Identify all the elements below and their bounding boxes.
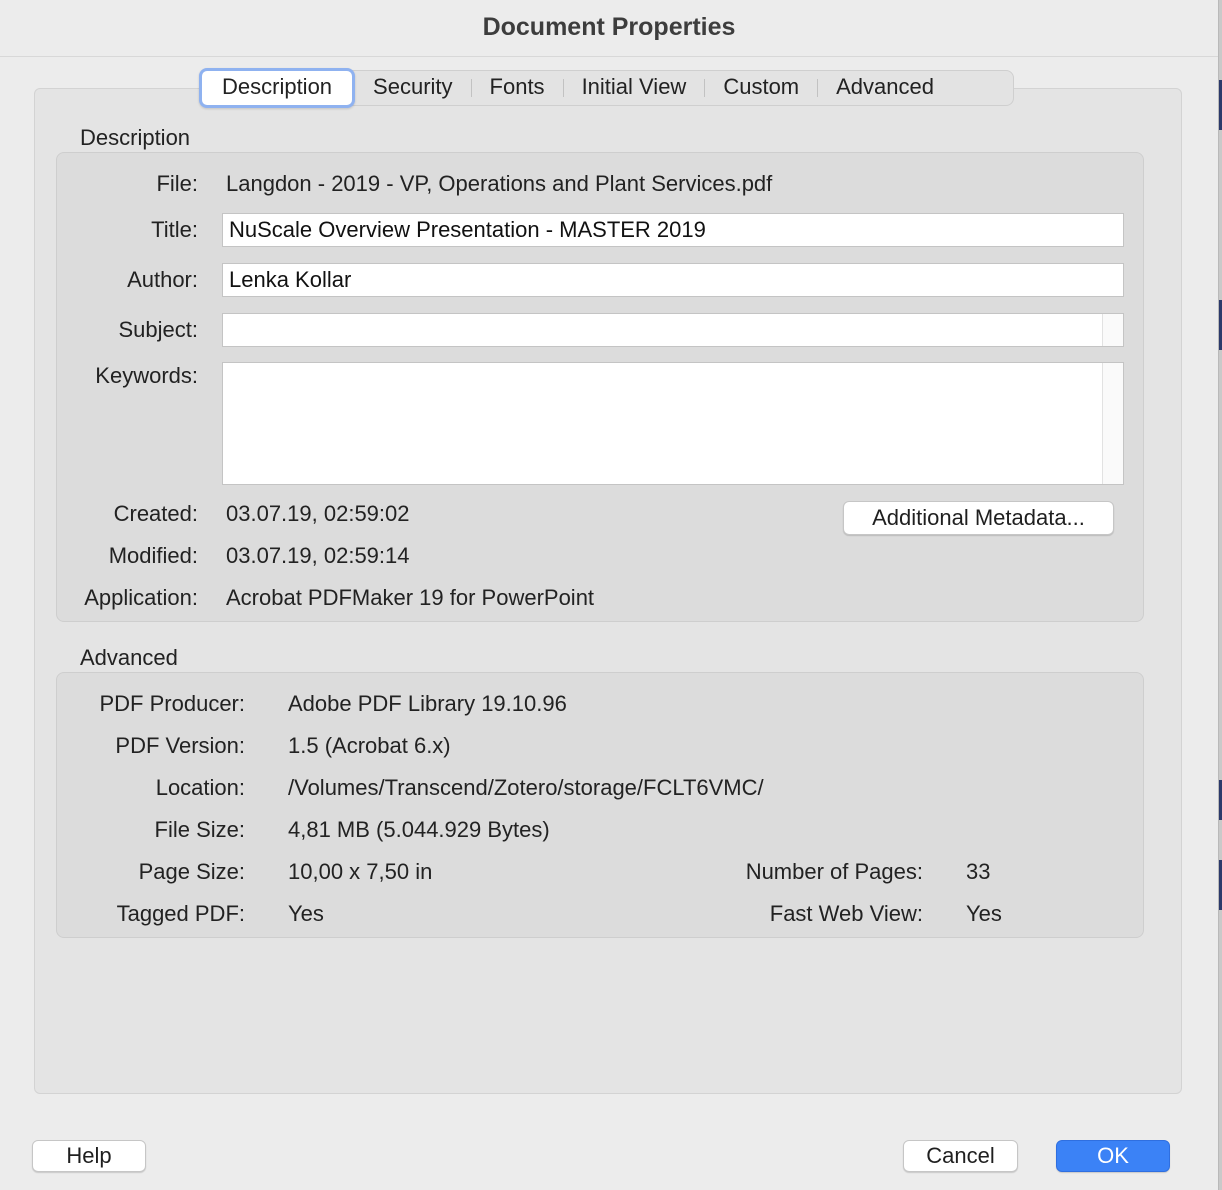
keywords-label: Keywords: — [95, 363, 198, 388]
tab-description[interactable]: Description — [199, 68, 356, 108]
file-value: Langdon - 2019 - VP, Operations and Plan… — [226, 171, 773, 196]
file-size-value: 4,81 MB (5.044.929 Bytes) — [288, 817, 550, 842]
subject-label: Subject: — [118, 317, 199, 342]
file-size-label: File Size: — [154, 817, 245, 842]
pdf-version-label: PDF Version: — [115, 733, 245, 758]
advanced-section-label: Advanced — [80, 645, 178, 670]
modified-label: Modified: — [108, 543, 198, 568]
ok-button[interactable]: OK — [1056, 1140, 1170, 1172]
author-label: Author: — [127, 267, 198, 292]
pdf-producer-value: Adobe PDF Library 19.10.96 — [288, 691, 567, 716]
dialog-title: Document Properties — [0, 0, 1218, 57]
location-value: /Volumes/Transcend/Zotero/storage/FCLT6V… — [288, 775, 764, 800]
tagged-pdf-value: Yes — [288, 901, 324, 926]
number-of-pages-label: Number of Pages: — [745, 859, 923, 884]
fast-web-view-label: Fast Web View: — [769, 901, 923, 926]
keywords-scrollbar[interactable] — [1102, 363, 1123, 484]
location-label: Location: — [155, 775, 245, 800]
author-field[interactable]: Lenka Kollar — [222, 263, 1124, 297]
subject-field[interactable] — [222, 313, 1124, 347]
help-button[interactable]: Help — [32, 1140, 146, 1172]
tagged-pdf-label: Tagged PDF: — [116, 901, 245, 926]
tab-initial-view[interactable]: Initial View — [564, 70, 705, 106]
page-size-value: 10,00 x 7,50 in — [288, 859, 433, 884]
additional-metadata-button[interactable]: Additional Metadata... — [843, 501, 1114, 535]
subject-scrollbar[interactable] — [1102, 314, 1123, 346]
pdf-producer-label: PDF Producer: — [99, 691, 246, 716]
number-of-pages-value: 33 — [966, 859, 991, 884]
fast-web-view-value: Yes — [966, 901, 1002, 926]
tab-security[interactable]: Security — [355, 70, 470, 106]
file-label: File: — [156, 171, 198, 196]
tab-custom[interactable]: Custom — [705, 70, 817, 106]
pdf-version-value: 1.5 (Acrobat 6.x) — [288, 733, 451, 758]
created-value: 03.07.19, 02:59:02 — [226, 501, 410, 526]
page-size-label: Page Size: — [138, 859, 245, 884]
document-properties-dialog: Document Properties Description Security… — [0, 0, 1219, 1190]
cancel-button[interactable]: Cancel — [903, 1140, 1018, 1172]
modified-value: 03.07.19, 02:59:14 — [226, 543, 410, 568]
application-label: Application: — [84, 585, 198, 610]
title-field[interactable]: NuScale Overview Presentation - MASTER 2… — [222, 213, 1124, 247]
application-value: Acrobat PDFMaker 19 for PowerPoint — [226, 585, 595, 610]
tab-fonts[interactable]: Fonts — [472, 70, 563, 106]
title-label: Title: — [151, 217, 198, 242]
description-section-label: Description — [80, 125, 191, 150]
tab-bar: Description Security Fonts Initial View … — [199, 68, 1014, 108]
tab-advanced[interactable]: Advanced — [818, 70, 952, 106]
created-label: Created: — [113, 501, 198, 526]
keywords-field[interactable] — [222, 362, 1124, 485]
